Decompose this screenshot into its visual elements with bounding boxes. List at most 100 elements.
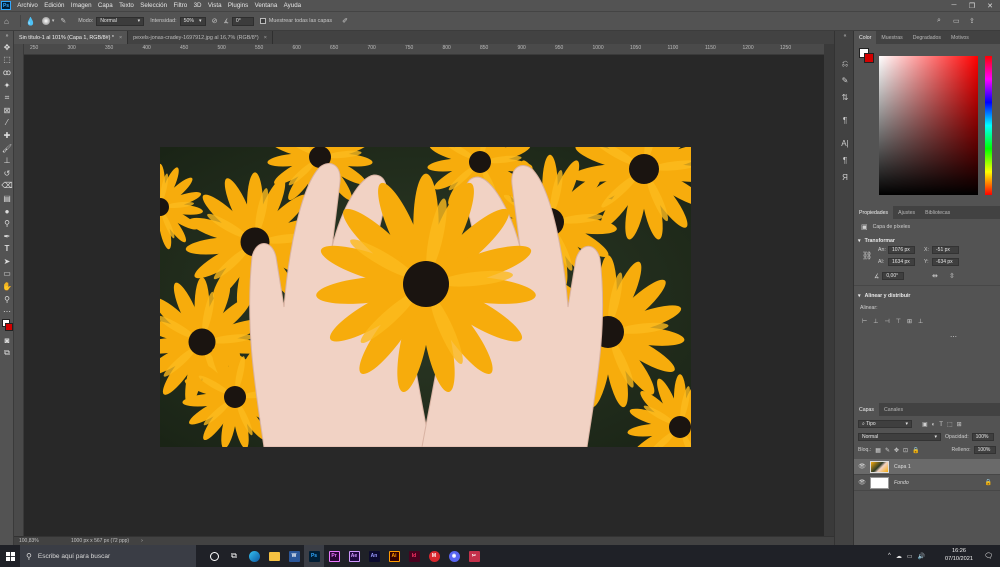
chevron-up-icon[interactable]: ^ bbox=[888, 553, 896, 559]
x-input[interactable]: -51 px bbox=[932, 246, 959, 254]
hue-slider[interactable] bbox=[985, 56, 992, 195]
screen-mode-icon[interactable]: ⧉ bbox=[0, 347, 14, 360]
close-icon[interactable]: ✕ bbox=[982, 0, 998, 11]
history-icon[interactable]: ⎌ bbox=[835, 55, 855, 72]
image-filter-icon[interactable]: ▣ bbox=[922, 422, 932, 428]
blur-tool-icon[interactable]: 💧 bbox=[26, 17, 36, 26]
menu-filtro[interactable]: Filtro bbox=[170, 2, 190, 9]
taskbar-search-box[interactable]: ⚲ Escribe aquí para buscar bbox=[20, 545, 196, 567]
flip-vertical-icon[interactable]: ⇳ bbox=[949, 272, 955, 280]
layer-row[interactable]: 👁 Capa 1 bbox=[854, 459, 1000, 475]
layer-name[interactable]: Capa 1 bbox=[894, 464, 911, 470]
flip-horizontal-icon[interactable]: ⇹ bbox=[932, 272, 938, 280]
maximize-icon[interactable]: ❐ bbox=[964, 0, 980, 11]
more-tools-icon[interactable]: ⋯ bbox=[0, 305, 14, 318]
paragraph-icon[interactable]: ¶ bbox=[835, 112, 855, 129]
healing-brush-tool-icon[interactable]: ✚ bbox=[0, 129, 14, 142]
menu-ayuda[interactable]: Ayuda bbox=[280, 2, 304, 9]
discord-icon[interactable]: ◉ bbox=[444, 545, 464, 567]
pen-pressure-icon[interactable]: ✐ bbox=[342, 17, 348, 25]
tab-bibliotecas[interactable]: Bibliotecas bbox=[920, 206, 955, 219]
menu-texto[interactable]: Texto bbox=[116, 2, 137, 9]
search-icon[interactable]: ⌕ bbox=[937, 17, 941, 25]
after-effects-icon[interactable]: Ae bbox=[344, 545, 364, 567]
rectangle-tool-icon[interactable]: ▭ bbox=[0, 268, 14, 281]
frame-tool-icon[interactable]: ⊠ bbox=[0, 104, 14, 117]
animate-icon[interactable]: An bbox=[364, 545, 384, 567]
type-filter-icon[interactable]: T bbox=[939, 422, 947, 428]
lasso-tool-icon[interactable]: ꝏ bbox=[0, 66, 14, 79]
menu-plugins[interactable]: Plugins bbox=[225, 2, 252, 9]
gradient-tool-icon[interactable]: ▤ bbox=[0, 192, 14, 205]
menu-seleccion[interactable]: Selección bbox=[137, 2, 170, 9]
snipping-tool-icon[interactable]: ✂ bbox=[464, 545, 484, 567]
marquee-tool-icon[interactable]: ⬚ bbox=[0, 54, 14, 67]
indesign-icon[interactable]: Id bbox=[404, 545, 424, 567]
link-icon[interactable]: ⛓ bbox=[862, 251, 872, 260]
eraser-tool-icon[interactable]: ⌫ bbox=[0, 180, 14, 193]
menu-3d[interactable]: 3D bbox=[190, 2, 204, 9]
home-icon[interactable]: ⌂ bbox=[4, 17, 9, 26]
lock-transparency-icon[interactable]: ▦ bbox=[875, 448, 885, 454]
intensity-input[interactable]: 50% ▾ bbox=[179, 16, 206, 26]
close-tab-icon[interactable]: × bbox=[119, 35, 122, 41]
tab-active-document[interactable]: Sin título-1 al 101% (Capa 1, RGB/8#) * … bbox=[14, 31, 129, 44]
menu-edicion[interactable]: Edición bbox=[41, 2, 68, 9]
align-left-icon[interactable]: ⊢ bbox=[862, 318, 873, 325]
tab-muestras[interactable]: Muestras bbox=[876, 31, 907, 44]
tab-propiedades[interactable]: Propiedades bbox=[854, 206, 894, 219]
lock-pixels-icon[interactable]: ✎ bbox=[885, 448, 894, 454]
move-tool-icon[interactable]: ✥ bbox=[0, 41, 14, 54]
menu-vista[interactable]: Vista bbox=[205, 2, 225, 9]
illustrator-icon[interactable]: Ai bbox=[384, 545, 404, 567]
color-swatches[interactable] bbox=[0, 318, 14, 334]
align-right-icon[interactable]: ⊣ bbox=[884, 318, 895, 325]
network-icon[interactable]: ▭ bbox=[907, 553, 918, 560]
smart-object-filter-icon[interactable]: ⊞ bbox=[957, 422, 966, 428]
volume-icon[interactable]: 🔊 bbox=[918, 553, 930, 560]
angle-input[interactable]: 0,00° bbox=[882, 272, 905, 280]
brush-settings-icon[interactable]: ✎ bbox=[60, 17, 66, 25]
share-icon[interactable]: ⇪ bbox=[969, 17, 975, 25]
align-bottom-icon[interactable]: ⊥ bbox=[918, 318, 929, 325]
menu-imagen[interactable]: Imagen bbox=[68, 2, 95, 9]
workspace-icon[interactable]: ▭ bbox=[953, 17, 960, 25]
brush-tool-icon[interactable]: 🖌 bbox=[0, 142, 14, 155]
canvas-scrollbar[interactable] bbox=[824, 44, 834, 536]
fill-input[interactable]: 100% bbox=[973, 446, 996, 454]
chevron-down-icon[interactable]: ▾ bbox=[858, 293, 861, 299]
chevron-down-icon[interactable]: ▾ bbox=[858, 238, 861, 244]
height-input[interactable]: 1634 px bbox=[888, 258, 915, 266]
mega-icon[interactable]: M bbox=[424, 545, 444, 567]
eyedropper-tool-icon[interactable]: ⁄ bbox=[0, 117, 14, 130]
hand-tool-icon[interactable]: ✋ bbox=[0, 280, 14, 293]
toolbar-collapse-icon[interactable]: » bbox=[0, 31, 14, 41]
more-options-icon[interactable]: ⋯ bbox=[950, 333, 957, 341]
tab-color[interactable]: Color bbox=[854, 31, 877, 44]
layer-name[interactable]: Fondo bbox=[894, 480, 909, 486]
visibility-eye-icon[interactable]: 👁 bbox=[854, 479, 870, 486]
zoom-level[interactable]: 100,83% bbox=[19, 538, 61, 544]
sample-all-checkbox[interactable] bbox=[259, 18, 266, 24]
cloud-icon[interactable]: ☁ bbox=[896, 553, 907, 560]
paragraph-styles-icon[interactable]: ¶ bbox=[835, 152, 855, 169]
path-selection-tool-icon[interactable]: ➤ bbox=[0, 255, 14, 268]
character-icon[interactable]: A| bbox=[835, 135, 855, 152]
adjustments-icon[interactable]: ⇅ bbox=[835, 89, 855, 106]
clone-stamp-tool-icon[interactable]: ⊥ bbox=[0, 154, 14, 167]
windows-start-icon[interactable] bbox=[0, 545, 20, 567]
tab-degradados[interactable]: Degradados bbox=[908, 31, 946, 44]
notifications-icon[interactable]: 🗨 bbox=[984, 545, 993, 567]
photoshop-taskbar-icon[interactable]: Ps bbox=[304, 545, 324, 567]
align-center-h-icon[interactable]: ⊥ bbox=[873, 318, 884, 325]
mode-select[interactable]: Normal ▾ bbox=[96, 16, 145, 26]
background-color-swatch[interactable] bbox=[5, 323, 13, 332]
document-image[interactable] bbox=[160, 147, 691, 447]
cortana-icon[interactable] bbox=[204, 545, 224, 567]
history-brush-tool-icon[interactable]: ↺ bbox=[0, 167, 14, 180]
align-top-icon[interactable]: ⊤ bbox=[896, 318, 907, 325]
layer-row[interactable]: 👁 Fondo 🔒 bbox=[854, 475, 1000, 491]
layer-filter-select[interactable]: ⌕ Tipo ▾ bbox=[858, 420, 912, 428]
menu-capa[interactable]: Capa bbox=[95, 2, 116, 9]
chevron-right-icon[interactable]: › bbox=[141, 538, 143, 544]
